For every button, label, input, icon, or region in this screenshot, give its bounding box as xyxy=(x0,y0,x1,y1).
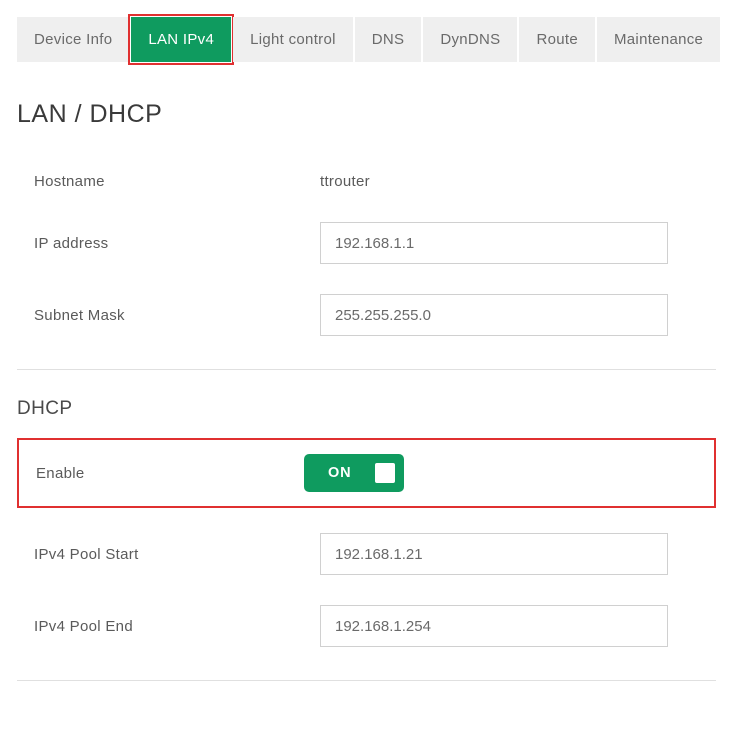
toggle-state-label: ON xyxy=(328,465,351,481)
hostname-row: Hostname ttrouter xyxy=(17,155,716,207)
tab-dyndns[interactable]: DynDNS xyxy=(423,17,517,62)
pool-end-input[interactable] xyxy=(320,605,668,647)
tab-route[interactable]: Route xyxy=(519,17,595,62)
subnet-mask-label: Subnet Mask xyxy=(34,307,320,324)
hostname-label: Hostname xyxy=(34,173,320,190)
subnet-mask-input[interactable] xyxy=(320,294,668,336)
divider xyxy=(17,680,716,681)
page-title: LAN / DHCP xyxy=(0,62,733,155)
hostname-value: ttrouter xyxy=(320,173,370,190)
ip-address-row: IP address xyxy=(17,207,716,279)
ip-address-label: IP address xyxy=(34,235,320,252)
ip-address-input[interactable] xyxy=(320,222,668,264)
pool-start-row: IPv4 Pool Start xyxy=(17,518,716,590)
tab-dns[interactable]: DNS xyxy=(355,17,422,62)
pool-start-input[interactable] xyxy=(320,533,668,575)
dhcp-pool-section: IPv4 Pool Start IPv4 Pool End xyxy=(0,518,733,662)
pool-end-label: IPv4 Pool End xyxy=(34,618,320,635)
divider xyxy=(17,369,716,370)
tab-light-control[interactable]: Light control xyxy=(233,17,353,62)
toggle-knob xyxy=(375,463,395,483)
tab-device-info[interactable]: Device Info xyxy=(17,17,129,62)
dhcp-section-title: DHCP xyxy=(0,388,733,438)
pool-start-label: IPv4 Pool Start xyxy=(34,546,320,563)
lan-section: Hostname ttrouter IP address Subnet Mask xyxy=(0,155,733,351)
pool-end-row: IPv4 Pool End xyxy=(17,590,716,662)
tab-lan-ipv4[interactable]: LAN IPv4 xyxy=(131,17,231,62)
tab-bar: Device Info LAN IPv4 Light control DNS D… xyxy=(0,0,733,62)
dhcp-enable-label: Enable xyxy=(36,465,304,482)
dhcp-enable-toggle[interactable]: ON xyxy=(304,454,404,492)
dhcp-enable-row: Enable ON xyxy=(17,438,716,508)
subnet-mask-row: Subnet Mask xyxy=(17,279,716,351)
tab-maintenance[interactable]: Maintenance xyxy=(597,17,720,62)
